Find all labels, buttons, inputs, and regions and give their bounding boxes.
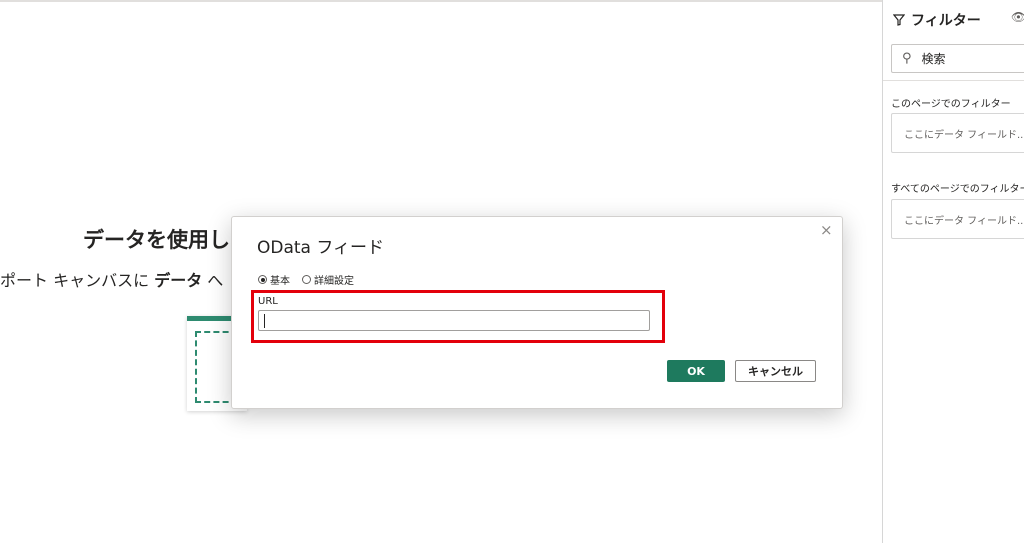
filter-search-placeholder: 検索 xyxy=(921,52,946,66)
pane-divider xyxy=(883,80,1024,81)
top-border xyxy=(0,0,1024,2)
mode-radio-group: 基本 詳細設定 xyxy=(258,272,354,287)
radio-basic[interactable]: 基本 xyxy=(258,272,290,287)
eye-icon[interactable]: 👁 xyxy=(1011,10,1024,24)
radio-basic-label: 基本 xyxy=(270,276,290,287)
radio-advanced-dot[interactable] xyxy=(302,275,311,284)
ok-button[interactable]: OK xyxy=(667,360,725,382)
radio-advanced[interactable]: 詳細設定 xyxy=(302,272,354,287)
filter-icon xyxy=(893,14,905,26)
close-icon[interactable]: × xyxy=(820,221,833,239)
filter-search-box[interactable]: ⚲ 検索 xyxy=(891,44,1024,73)
radio-basic-dot[interactable] xyxy=(258,275,267,284)
odata-feed-dialog: OData フィード × 基本 詳細設定 URL OK キャンセル xyxy=(231,216,843,409)
all-pages-filters-drop-well[interactable]: ここにデータ フィールド... xyxy=(891,199,1024,239)
canvas-subtext: ポート キャンバスに データ へ xyxy=(0,271,224,290)
text-caret xyxy=(264,314,265,328)
all-pages-filters-label: すべてのページでのフィルター xyxy=(891,184,1024,195)
page-filters-label: このページでのフィルター xyxy=(891,99,1011,110)
page-filters-drop-well[interactable]: ここにデータ フィールド... xyxy=(891,113,1024,153)
cancel-button[interactable]: キャンセル xyxy=(735,360,816,382)
search-icon: ⚲ xyxy=(902,51,912,66)
filters-header: フィルター xyxy=(893,10,981,30)
radio-advanced-label: 詳細設定 xyxy=(314,276,354,287)
filters-pane: フィルター 👁 ⚲ 検索 このページでのフィルター ここにデータ フィールド..… xyxy=(882,0,1024,543)
url-label: URL xyxy=(258,296,278,307)
dialog-title: OData フィード xyxy=(257,238,385,258)
url-input[interactable] xyxy=(258,310,650,331)
canvas-heading: データを使用し xyxy=(83,228,230,252)
filters-title: フィルター xyxy=(911,13,981,29)
